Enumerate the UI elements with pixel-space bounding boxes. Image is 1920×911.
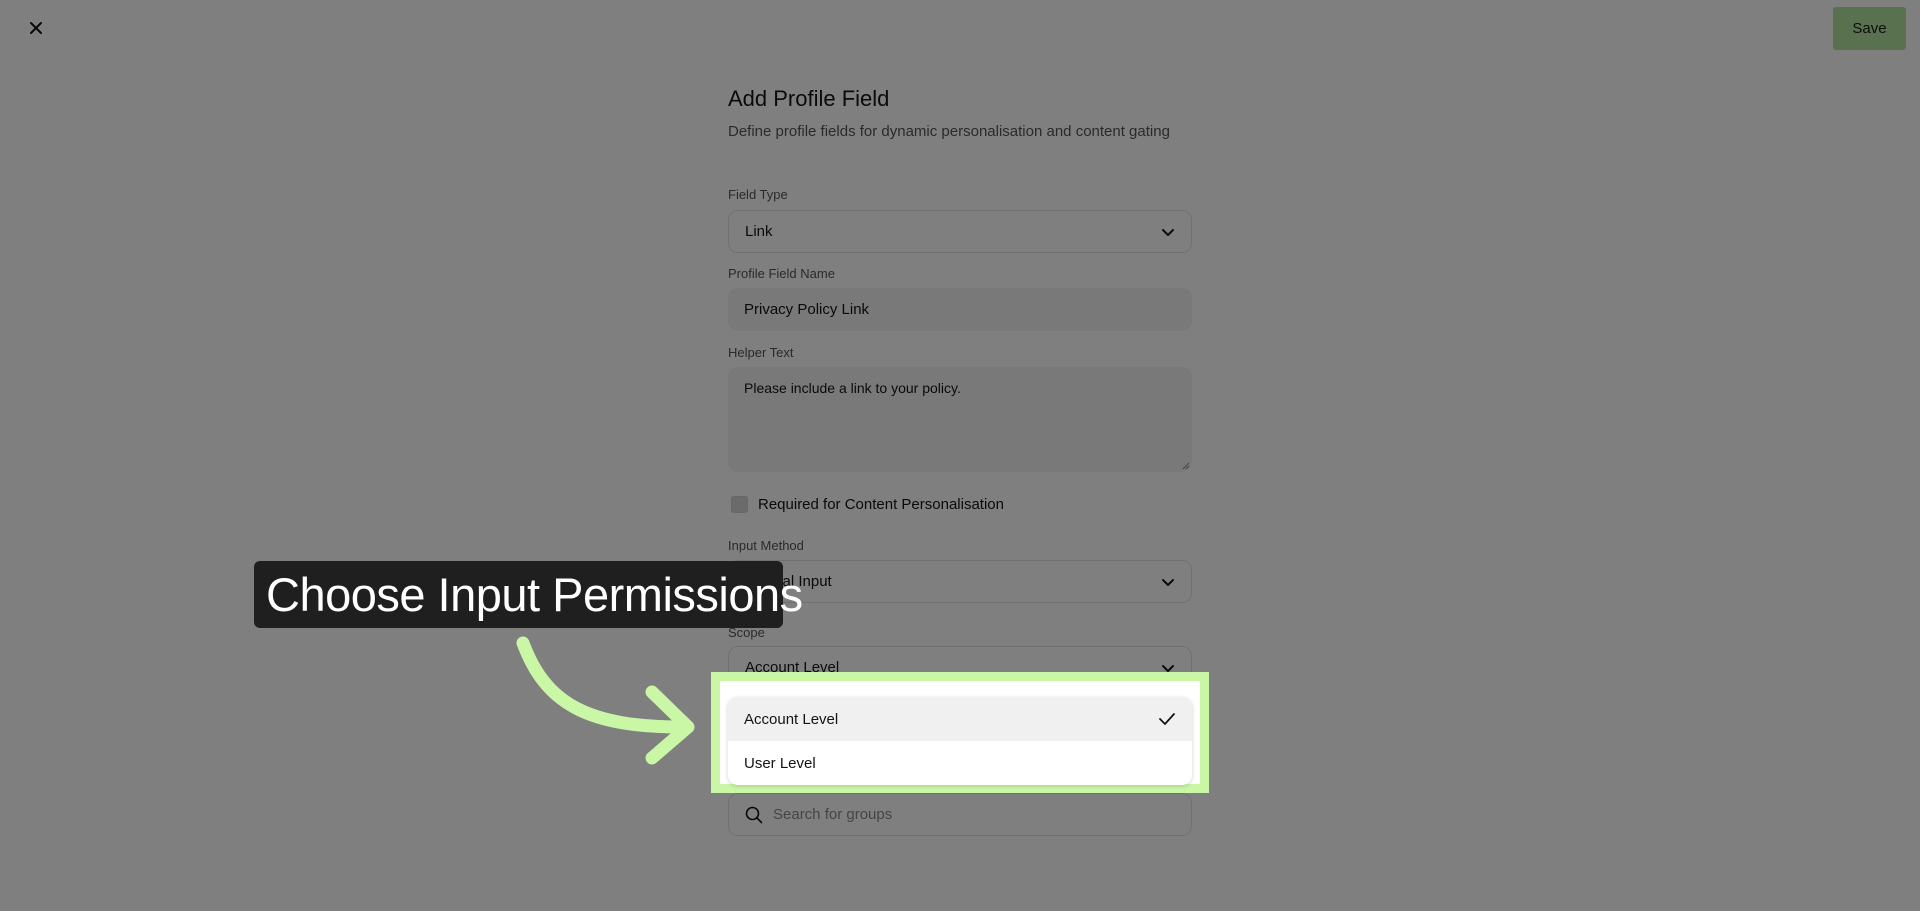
scope-option-user-level[interactable]: User Level [728,741,1192,785]
option-label: User Level [744,754,816,772]
scope-option-account-level[interactable]: Account Level [728,697,1192,741]
scope-dropdown-menu: Account Level User Level [728,697,1192,785]
check-icon [1159,713,1175,725]
option-label: Account Level [744,710,839,728]
pointer-arrow-icon [516,636,695,765]
tutorial-callout: Choose Input Permissions [254,561,803,628]
